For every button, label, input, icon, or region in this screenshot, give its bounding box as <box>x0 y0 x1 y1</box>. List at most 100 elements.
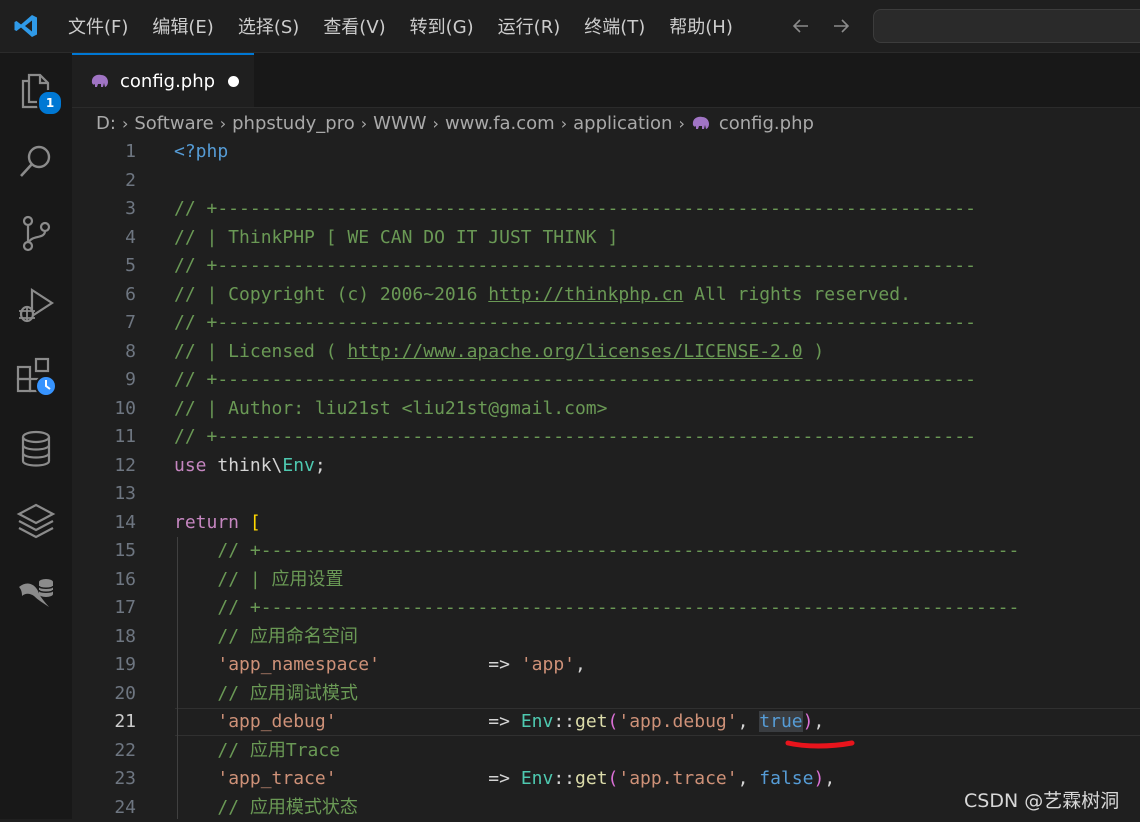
code-line: 8// | Licensed ( http://www.apache.org/l… <box>72 338 1140 367</box>
source-control-button[interactable] <box>0 197 72 269</box>
code-text: 'app_trace' => Env::get('app.trace', fal… <box>174 765 835 794</box>
run-debug-button[interactable] <box>0 269 72 341</box>
layers-button[interactable] <box>0 485 72 557</box>
menu-item[interactable]: 选择(S) <box>226 0 311 52</box>
line-number: 24 <box>72 794 136 822</box>
database-button[interactable] <box>0 413 72 485</box>
line-number: 6 <box>72 281 136 310</box>
line-number: 8 <box>72 338 136 367</box>
line-number: 9 <box>72 366 136 395</box>
menu-item[interactable]: 帮助(H) <box>657 0 745 52</box>
code-text: return [ <box>174 509 261 538</box>
code-token: 'app.trace' <box>618 768 737 789</box>
code-token: // | 应用设置 <box>217 569 343 590</box>
chevron-right-icon: › <box>433 114 439 133</box>
code-token: // +------------------------------------… <box>174 255 976 276</box>
code-token: , <box>738 711 760 732</box>
code-line: 4// | ThinkPHP [ WE CAN DO IT JUST THINK… <box>72 224 1140 253</box>
code-token: false <box>759 768 813 789</box>
line-number: 23 <box>72 765 136 794</box>
code-token: , <box>738 768 760 789</box>
code-line: 3// +-----------------------------------… <box>72 195 1140 224</box>
code-token: , <box>575 654 586 675</box>
line-number: 3 <box>72 195 136 224</box>
menu-item[interactable]: 查看(V) <box>311 0 397 52</box>
code-text: 'app_debug' => Env::get('app.debug', tru… <box>174 708 824 737</box>
breadcrumb-item[interactable]: Software <box>134 113 213 134</box>
code-token <box>174 711 217 732</box>
code-editor[interactable]: 1<?php23// +----------------------------… <box>72 138 1140 819</box>
command-center-search[interactable] <box>873 9 1140 43</box>
tab-bar: config.php <box>72 53 1140 108</box>
mysql-button[interactable] <box>0 557 72 629</box>
code-line: 13 <box>72 480 1140 509</box>
breadcrumb-item[interactable]: WWW <box>373 113 426 134</box>
chevron-right-icon: › <box>220 114 226 133</box>
breadcrumb-item[interactable]: www.fa.com <box>445 113 555 134</box>
breadcrumb-item[interactable]: application <box>573 113 672 134</box>
code-token <box>174 540 217 561</box>
code-token: 'app_trace' <box>217 768 336 789</box>
code-token <box>174 683 217 704</box>
code-token: All rights reserved. <box>683 284 911 305</box>
unsaved-dot-icon[interactable] <box>228 76 239 87</box>
code-token: Env <box>521 711 554 732</box>
line-number: 7 <box>72 309 136 338</box>
code-line: 18 // 应用命名空间 <box>72 623 1140 652</box>
code-token <box>174 740 217 761</box>
code-token: 'app.debug' <box>618 711 737 732</box>
breadcrumb-item[interactable]: config.php <box>719 113 814 134</box>
source-control-icon <box>18 213 54 253</box>
menu-bar: 文件(F)编辑(E)选择(S)查看(V)转到(G)运行(R)终端(T)帮助(H) <box>56 0 745 52</box>
code-token <box>174 797 217 818</box>
code-text: // +------------------------------------… <box>174 309 976 338</box>
code-token: :: <box>553 768 575 789</box>
code-token: http://thinkphp.cn <box>488 284 683 305</box>
search-button[interactable] <box>0 125 72 197</box>
code-token: // | ThinkPHP [ WE CAN DO IT JUST THINK … <box>174 227 618 248</box>
code-text: // 应用命名空间 <box>174 623 358 652</box>
extensions-button[interactable] <box>0 341 72 413</box>
menu-item[interactable]: 终端(T) <box>572 0 657 52</box>
menu-item[interactable]: 编辑(E) <box>140 0 225 52</box>
code-token: // | Copyright (c) 2006~2016 <box>174 284 488 305</box>
code-token: ) <box>813 768 824 789</box>
code-text: // | Author: liu21st <liu21st@gmail.com> <box>174 395 607 424</box>
code-token: http://www.apache.org/licenses/LICENSE-2… <box>347 341 802 362</box>
code-token: => <box>337 768 521 789</box>
forward-arrow-icon[interactable] <box>821 6 861 46</box>
code-token: // +------------------------------------… <box>174 426 976 447</box>
code-text: // +------------------------------------… <box>174 594 1019 623</box>
code-token: ) <box>803 711 814 732</box>
code-token: ( <box>608 711 619 732</box>
code-text: // 应用模式状态 <box>174 794 358 822</box>
menu-item[interactable]: 运行(R) <box>486 0 573 52</box>
code-token <box>174 654 217 675</box>
code-text: // 应用Trace <box>174 737 340 766</box>
code-line: 7 // +-----------------------------------… <box>72 309 1140 338</box>
code-line: 2 <box>72 167 1140 196</box>
menu-item[interactable]: 文件(F) <box>56 0 140 52</box>
menu-item[interactable]: 转到(G) <box>398 0 486 52</box>
code-text: // | Copyright (c) 2006~2016 http://thin… <box>174 281 911 310</box>
navigation-arrows <box>781 6 861 46</box>
explorer-button[interactable]: 1 <box>0 53 72 125</box>
code-token: // 应用模式状态 <box>217 797 358 818</box>
code-line: 10// | Author: liu21st <liu21st@gmail.co… <box>72 395 1140 424</box>
code-token: Env <box>521 768 554 789</box>
tab-config-php[interactable]: config.php <box>72 53 254 107</box>
line-number: 5 <box>72 252 136 281</box>
code-text: use think\Env; <box>174 452 326 481</box>
code-token: [ <box>250 512 261 533</box>
code-token: => <box>380 654 521 675</box>
breadcrumb-item[interactable]: D: <box>96 113 116 134</box>
code-token: // +------------------------------------… <box>217 597 1019 618</box>
search-icon <box>17 142 55 180</box>
chevron-right-icon: › <box>122 114 128 133</box>
code-text: // | ThinkPHP [ WE CAN DO IT JUST THINK … <box>174 224 618 253</box>
code-line: 15 // +---------------------------------… <box>72 537 1140 566</box>
breadcrumb-item[interactable]: phpstudy_pro <box>232 113 355 134</box>
watermark: CSDN @艺霖树洞 <box>964 786 1119 813</box>
back-arrow-icon[interactable] <box>781 6 821 46</box>
selected-token: true <box>759 711 802 732</box>
